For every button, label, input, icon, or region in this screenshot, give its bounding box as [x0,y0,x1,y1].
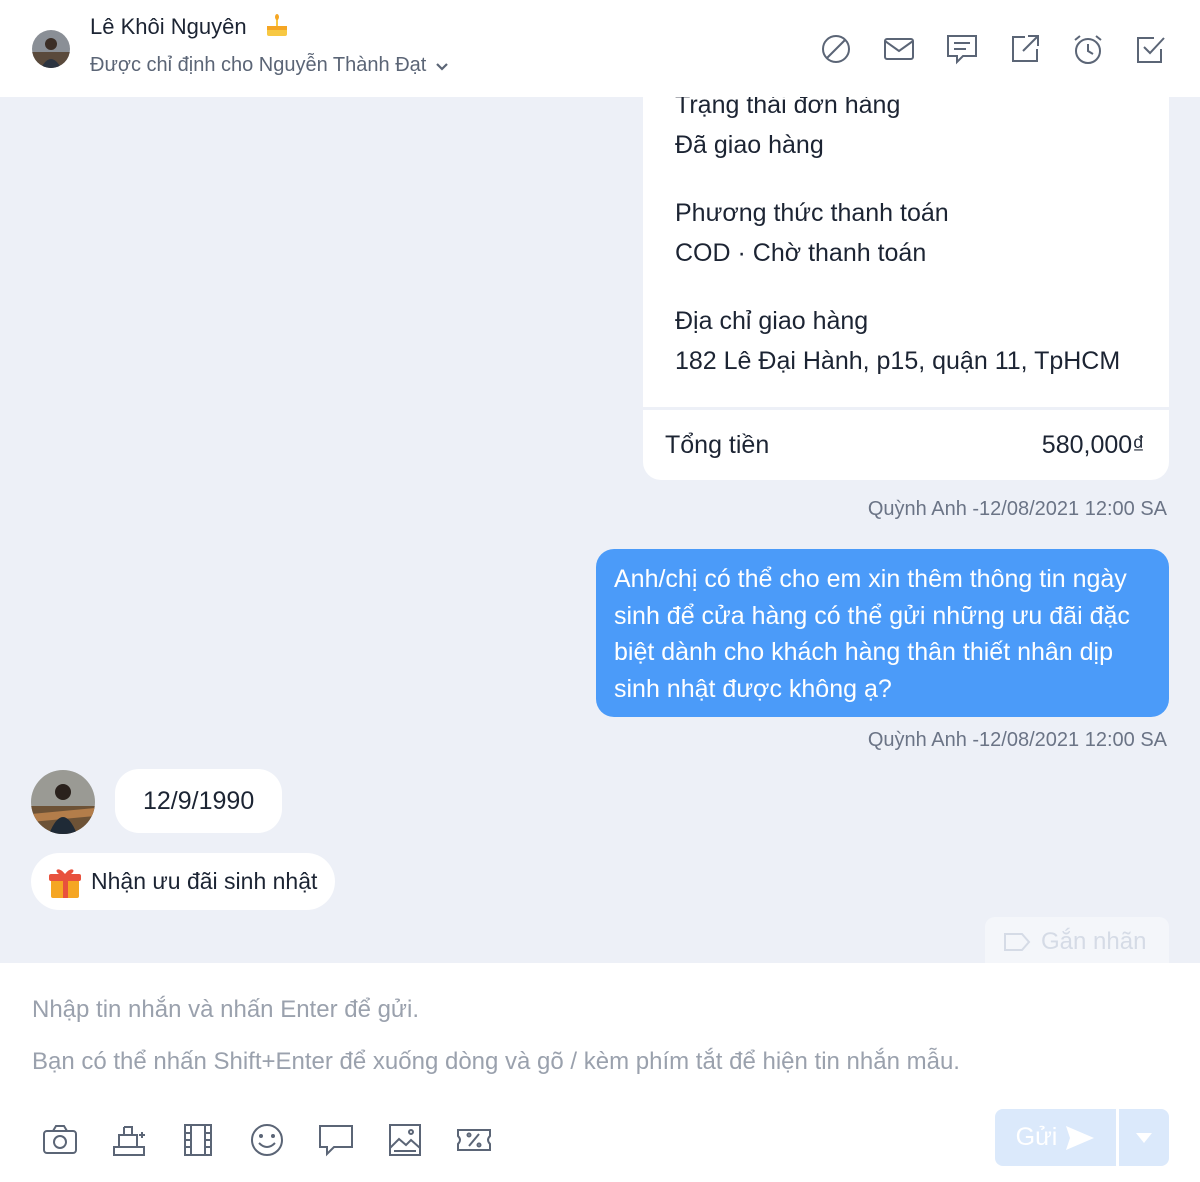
birthday-offer-chip[interactable]: Nhận ưu đãi sinh nhật [31,853,336,910]
conversation-header: Lê Khôi Nguyên Được chỉ định cho Nguyễn … [0,0,1200,97]
video-icon [184,1124,212,1156]
send-button[interactable]: Gửi [995,1109,1116,1166]
chevron-down-icon [436,62,449,71]
message-meta: Quỳnh Anh -12/08/2021 12:00 SA [867,498,1167,520]
order-payment: Phương thức thanh toán COD · Chờ thanh t… [675,199,949,268]
video-button[interactable] [178,1120,218,1160]
tag-icon [1004,933,1031,951]
customer-avatar [31,770,95,834]
assignment-dropdown[interactable]: Được chỉ định cho Nguyễn Thành Đạt [90,54,450,77]
incoming-message: 12/9/1990 [115,769,283,833]
block-button[interactable] [817,30,855,68]
birthday-cake-icon [267,14,287,36]
assignment-label: Được chỉ định cho Nguyễn Thành Đạt [90,54,427,76]
alarm-icon [1074,35,1102,64]
message-composer[interactable]: Nhập tin nhắn và nhấn Enter để gửi. Bạn … [0,963,1200,1182]
outgoing-message: Anh/chị có thể cho em xin thêm thông tin… [596,549,1169,717]
incoming-message-text: 12/9/1990 [143,786,255,815]
order-card: Trạng thái đơn hàng Đã giao hàng Phương … [643,97,1169,480]
email-button[interactable] [880,30,918,68]
quick-reply-icon [319,1125,353,1157]
customer-name: Lê Khôi Nguyên [90,14,247,39]
camera-icon [43,1125,77,1154]
chat-thread[interactable]: Trạng thái đơn hàng Đã giao hàng Phương … [0,97,1200,963]
image-button[interactable] [385,1120,425,1160]
order-status: Trạng thái đơn hàng Đã giao hàng [675,97,900,160]
order-address-label: Địa chỉ giao hàng [675,307,869,335]
image-icon [389,1124,421,1156]
order-address-value: 182 Lê Đại Hành, p15, quận 11, TpHCM [675,347,1121,375]
note-button[interactable] [943,30,981,68]
camera-button[interactable] [40,1120,80,1160]
check-square-icon [1137,37,1165,63]
message-meta: Quỳnh Anh -12/08/2021 12:00 SA [867,729,1167,751]
product-button[interactable] [109,1120,149,1160]
reminder-button[interactable] [1069,30,1107,68]
customer-avatar[interactable] [32,30,70,68]
gift-icon [49,868,81,898]
send-button-label: Gửi [1015,1123,1058,1151]
order-payment-value: COD · Chờ thanh toán [675,239,927,267]
open-external-icon [1012,35,1039,62]
order-address: Địa chỉ giao hàng 182 Lê Đại Hành, p15, … [675,307,1120,376]
tag-button[interactable]: Gắn nhãn [985,917,1169,963]
mail-icon [884,38,914,60]
send-options-dropdown[interactable] [1119,1109,1169,1166]
order-status-value: Đã giao hàng [675,131,824,159]
resolve-button[interactable] [1132,30,1170,68]
order-status-label: Trạng thái đơn hàng [675,97,901,119]
order-payment-label: Phương thức thanh toán [675,199,949,227]
order-divider [643,407,1169,410]
product-icon [113,1126,145,1156]
birthday-offer-label: Nhận ưu đãi sinh nhật [91,868,318,894]
emoji-icon [251,1124,283,1156]
open-external-button[interactable] [1006,30,1044,68]
composer-placeholder-line1[interactable]: Nhập tin nhắn và nhấn Enter để gửi. [32,996,419,1024]
send-icon [1066,1125,1095,1150]
tag-button-label: Gắn nhãn [1041,928,1147,955]
caret-down-icon [1136,1132,1152,1143]
order-total-label: Tổng tiền [665,431,770,459]
coupon-button[interactable] [454,1120,494,1160]
composer-toolbar [40,1120,523,1160]
quick-reply-button[interactable] [316,1120,356,1160]
message-note-icon [947,35,977,65]
order-total-value: 580,000₫ [1041,431,1145,459]
block-icon [822,35,850,63]
composer-placeholder-line2[interactable]: Bạn có thể nhấn Shift+Enter để xuống dòn… [32,1048,960,1076]
coupon-icon [457,1129,491,1151]
header-actions [792,30,1170,68]
emoji-button[interactable] [247,1120,287,1160]
